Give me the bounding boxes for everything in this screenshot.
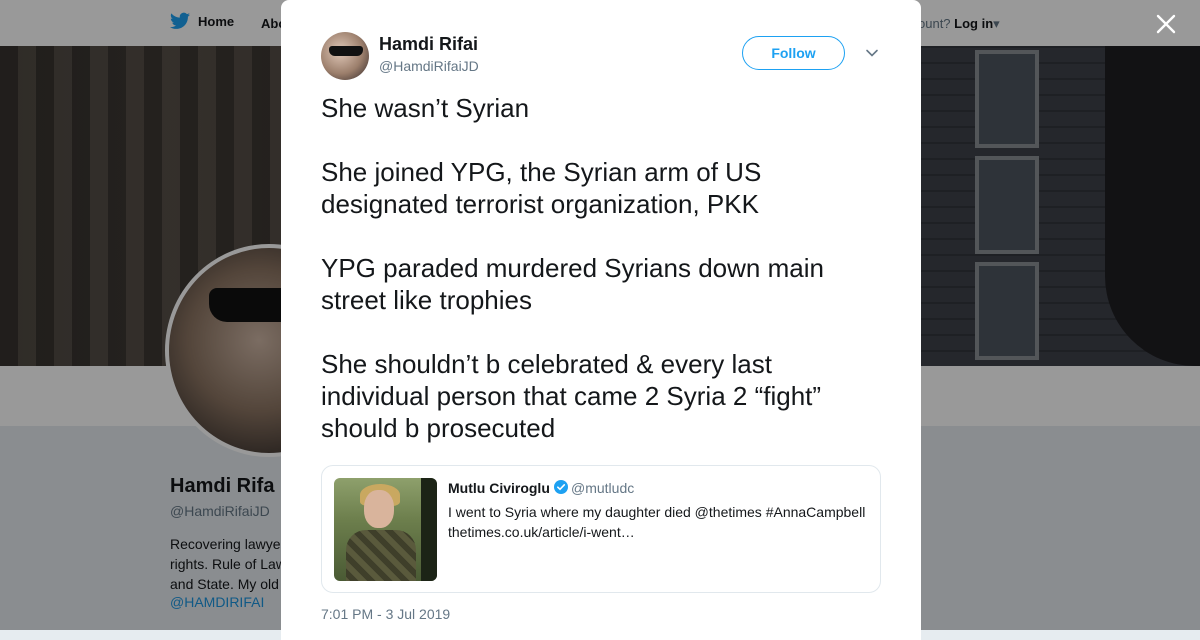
- tweet-modal: Hamdi Rifai @HamdiRifaiJD Follow She was…: [281, 0, 921, 640]
- author-name[interactable]: Hamdi Rifai: [379, 34, 478, 55]
- chevron-down-icon[interactable]: [865, 46, 879, 60]
- photo-body: [346, 530, 416, 581]
- quoted-tweet-text: I went to Syria where my daughter died @…: [448, 504, 866, 540]
- tweet-timestamp[interactable]: 7:01 PM - 3 Jul 2019: [321, 606, 450, 622]
- quoted-tweet-image: [334, 478, 437, 581]
- tweet-text: She wasn’t Syrian She joined YPG, the Sy…: [321, 93, 824, 443]
- photo-face: [364, 490, 394, 528]
- quoted-author-handle: @mutludc: [571, 480, 635, 496]
- author-handle[interactable]: @HamdiRifaiJD: [379, 58, 479, 74]
- avatar-sunglasses: [329, 46, 363, 56]
- quoted-tweet-card[interactable]: Mutlu Civiroglu @mutludc I went to Syria…: [321, 465, 881, 593]
- author-avatar[interactable]: [321, 32, 369, 80]
- verified-badge-icon: [554, 480, 568, 494]
- photo-strip: [421, 478, 437, 581]
- follow-button[interactable]: Follow: [742, 36, 845, 70]
- quoted-author-name: Mutlu Civiroglu: [448, 480, 550, 496]
- close-icon[interactable]: [1152, 10, 1180, 38]
